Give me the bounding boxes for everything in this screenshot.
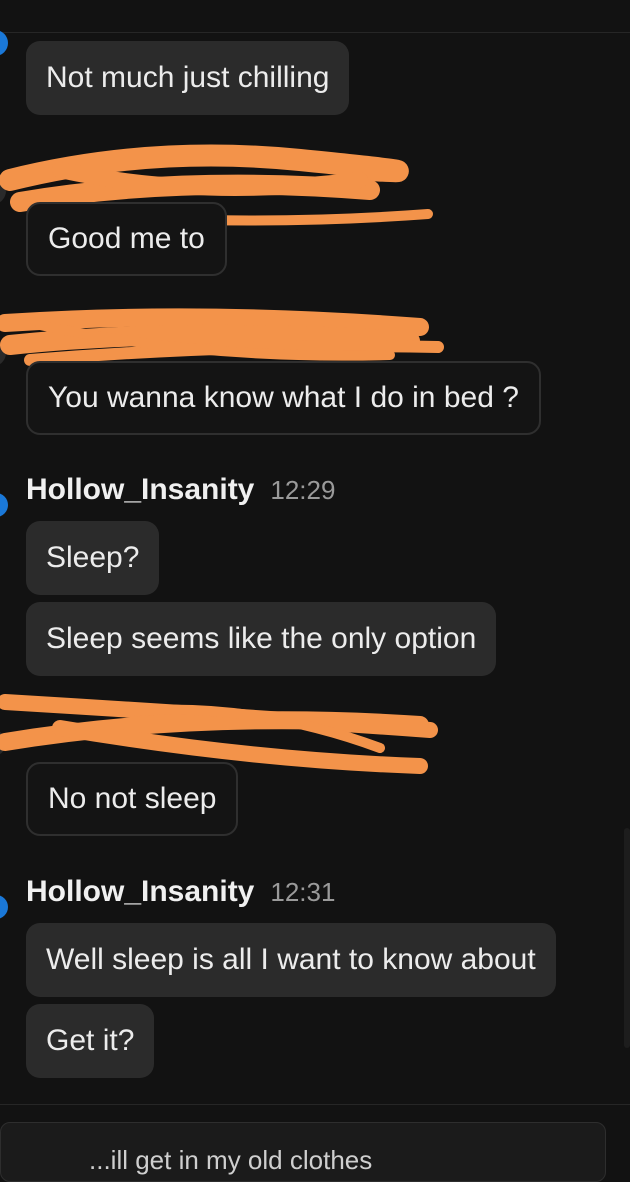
message-header: Hollow_Insanity 12:29 [26, 473, 335, 507]
message-header: Hollow_Insanity 12:31 [26, 875, 335, 909]
username[interactable]: Hollow_Insanity [26, 875, 254, 909]
message-text: Get it? [46, 1024, 135, 1057]
message-text: You wanna know what I do in bed ? [48, 381, 519, 414]
message-bubble[interactable]: No not sleep [26, 762, 239, 836]
message-bubble[interactable]: You wanna know what I do in bed ? [26, 361, 541, 435]
scrollbar[interactable] [624, 828, 630, 1048]
message-bubble[interactable]: Not much just chilling [26, 41, 350, 115]
message-input[interactable]: ...ill get in my old clothes [0, 1122, 606, 1182]
message-text: No not sleep [48, 782, 217, 815]
divider [0, 1104, 630, 1105]
avatar-icon[interactable] [0, 493, 8, 517]
message-text: Good me to [48, 222, 205, 255]
message-text: Sleep seems like the only option [46, 622, 477, 655]
avatar-icon[interactable] [0, 30, 8, 56]
message-text: Not much just chilling [46, 61, 330, 94]
message-bubble[interactable]: Good me to [26, 202, 227, 276]
avatar-icon[interactable] [0, 895, 8, 919]
chat-top-bar [0, 0, 630, 33]
message-bubble[interactable]: Get it? [26, 1004, 155, 1078]
message-bubble[interactable]: Sleep? [26, 521, 160, 595]
message-bubble[interactable]: Sleep seems like the only option [26, 602, 497, 676]
message-bubble[interactable]: Well sleep is all I want to know about [26, 923, 556, 997]
message-text: Sleep? [46, 541, 140, 574]
message-time: 12:29 [270, 475, 336, 505]
message-time: 12:31 [270, 877, 336, 907]
message-input-text: ...ill get in my old clothes [89, 1145, 373, 1175]
message-text: Well sleep is all I want to know about [46, 943, 536, 976]
username[interactable]: Hollow_Insanity [26, 473, 254, 507]
